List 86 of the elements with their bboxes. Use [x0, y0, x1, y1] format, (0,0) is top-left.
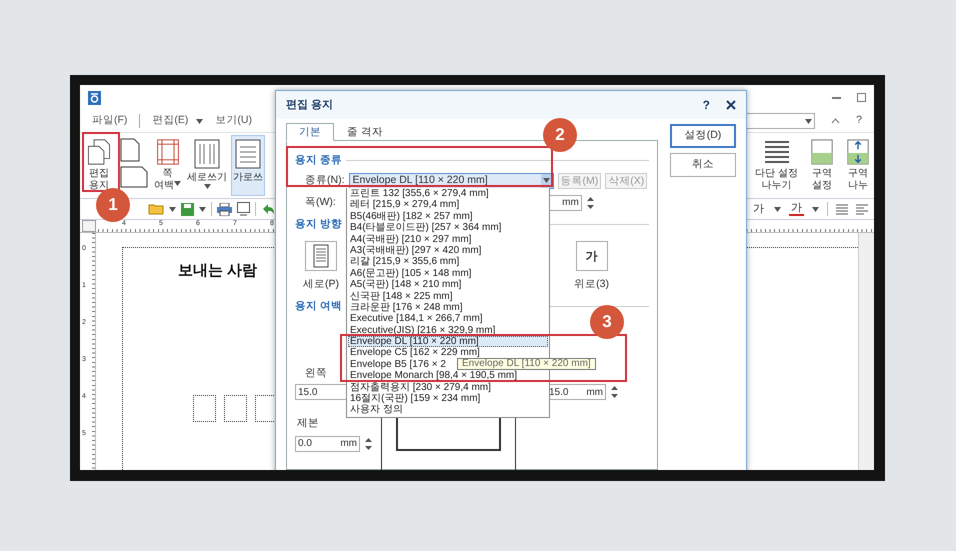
- justify-icon[interactable]: [836, 204, 848, 214]
- tab[interactable]: 줄 격자: [334, 123, 396, 141]
- menu-item[interactable]: 편집(E): [152, 113, 204, 129]
- help-button[interactable]: ?: [702, 96, 710, 114]
- portrait-page-icon[interactable]: [305, 240, 337, 270]
- list-option[interactable]: 신국판 [148 × 225 mm]: [348, 290, 548, 302]
- spinner-icon[interactable]: [586, 196, 595, 210]
- spinner-icon[interactable]: [610, 385, 619, 399]
- margin-icon: [154, 139, 180, 165]
- section-icon: [810, 139, 834, 165]
- list-option[interactable]: Envelope C5 [162 × 229 mm]: [348, 347, 548, 359]
- font-button[interactable]: 가: [751, 203, 766, 215]
- postal-code-box: [193, 394, 216, 422]
- ribbon-button[interactable]: 구역 나누: [844, 135, 872, 196]
- tooltip: Envelope DL [110 × 220 mm]: [457, 358, 596, 370]
- list-option[interactable]: 레터 [215,9 × 279,4 mm]: [348, 199, 548, 211]
- list-option[interactable]: A6(문고판) [105 × 148 mm]: [348, 268, 548, 280]
- help-link[interactable]: ?: [856, 113, 862, 129]
- field-label: 왼쪽: [304, 366, 327, 382]
- group-title: 용지 여백: [295, 298, 342, 314]
- caret-icon[interactable]: [774, 206, 781, 212]
- minimize-icon[interactable]: [832, 96, 841, 98]
- ribbon-button[interactable]: 가로쓰: [231, 135, 265, 196]
- vertical-text-icon: [194, 139, 220, 169]
- align-left-icon[interactable]: [856, 204, 868, 214]
- scrollbar[interactable]: [858, 233, 874, 470]
- option-label: 위로(3): [574, 276, 609, 292]
- folder-icon[interactable]: [148, 203, 164, 215]
- caret-icon[interactable]: [543, 178, 550, 184]
- list-option[interactable]: 리갈 [215,9 × 355,6 mm]: [348, 256, 548, 268]
- caret-icon[interactable]: [199, 206, 206, 212]
- ribbon-button[interactable]: 쪽 여백: [152, 135, 183, 196]
- list-option[interactable]: A3(국배배판) [297 × 420 mm]: [348, 244, 548, 256]
- caret-icon: [204, 184, 210, 189]
- group-title: 용지 종류: [295, 153, 342, 168]
- dialog-title: 편집 용지: [286, 98, 334, 113]
- ribbon-button[interactable]: 세로쓰기: [185, 135, 229, 196]
- portrait-page-icon[interactable]: [120, 138, 140, 162]
- list-option[interactable]: 프린트 132 [355,6 × 279,4 mm]: [348, 188, 548, 200]
- caret-icon[interactable]: [812, 206, 819, 212]
- caret-icon[interactable]: [169, 206, 176, 212]
- list-option[interactable]: Executive(JIS) [216 × 329,9 mm]: [348, 324, 548, 336]
- step-marker-overlay: 1: [96, 188, 130, 222]
- dialog-button[interactable]: 취소: [670, 153, 736, 177]
- ribbon-button[interactable]: 다단 설정 나누기: [753, 135, 800, 196]
- ruler-corner[interactable]: [82, 220, 96, 232]
- list-option[interactable]: B5(46배판) [182 × 257 mm]: [348, 210, 548, 222]
- landscape-page-icon[interactable]: [120, 166, 148, 188]
- list-option[interactable]: 크라운판 [176 × 248 mm]: [348, 302, 548, 314]
- list-option[interactable]: B4(타블로이드판) [257 × 364 mm]: [348, 222, 548, 234]
- close-icon[interactable]: [726, 100, 736, 110]
- menu-item[interactable]: 파일(F): [92, 113, 128, 129]
- collapse-icon[interactable]: [831, 118, 840, 124]
- caret-icon[interactable]: [196, 118, 204, 124]
- lines-icon: [762, 139, 791, 165]
- section-arrows-icon: [846, 139, 870, 165]
- field-label: 종류(N):: [304, 172, 344, 188]
- dialog-button[interactable]: 설정(D): [670, 124, 736, 148]
- list-option[interactable]: Executive [184,1 × 266,7 mm]: [348, 313, 548, 325]
- caret-icon: [174, 181, 181, 186]
- maximize-icon[interactable]: [857, 93, 866, 102]
- list-option[interactable]: Envelope Monarch [98,4 × 190,5 mm]: [348, 370, 548, 382]
- list-option[interactable]: A5(국판) [148 × 210 mm]: [348, 279, 548, 291]
- binding-margin-field[interactable]: 0.0 mm: [295, 436, 360, 452]
- binding-option[interactable]: 가: [576, 240, 608, 270]
- list-option[interactable]: 사용자 정의: [348, 404, 548, 416]
- ribbon-button[interactable]: 구역 설정: [808, 135, 836, 196]
- group-title: 용지 방향: [295, 216, 342, 232]
- font-button[interactable]: 가: [789, 202, 804, 216]
- save-icon[interactable]: [181, 202, 194, 216]
- app-icon: [88, 90, 101, 104]
- tab[interactable]: 기본: [286, 123, 334, 141]
- horizontal-text-icon: [235, 139, 261, 169]
- postal-code-box: [224, 394, 247, 422]
- list-option[interactable]: Envelope DL [110 × 220 mm]: [348, 336, 548, 348]
- document-heading: 보내는 사람: [178, 261, 258, 281]
- monitor-icon[interactable]: [237, 202, 250, 216]
- undo-icon[interactable]: [261, 203, 275, 215]
- field-label: 제본: [296, 416, 320, 431]
- caret-icon[interactable]: [805, 118, 812, 124]
- field-label: 폭(W):: [304, 194, 336, 210]
- list-option[interactable]: A4(국배판) [210 × 297 mm]: [348, 234, 548, 245]
- option-label: 세로(P): [303, 276, 339, 292]
- spinner-icon[interactable]: [364, 436, 373, 451]
- menu-item[interactable]: 보기(U): [215, 113, 252, 129]
- printer-icon[interactable]: [217, 202, 232, 216]
